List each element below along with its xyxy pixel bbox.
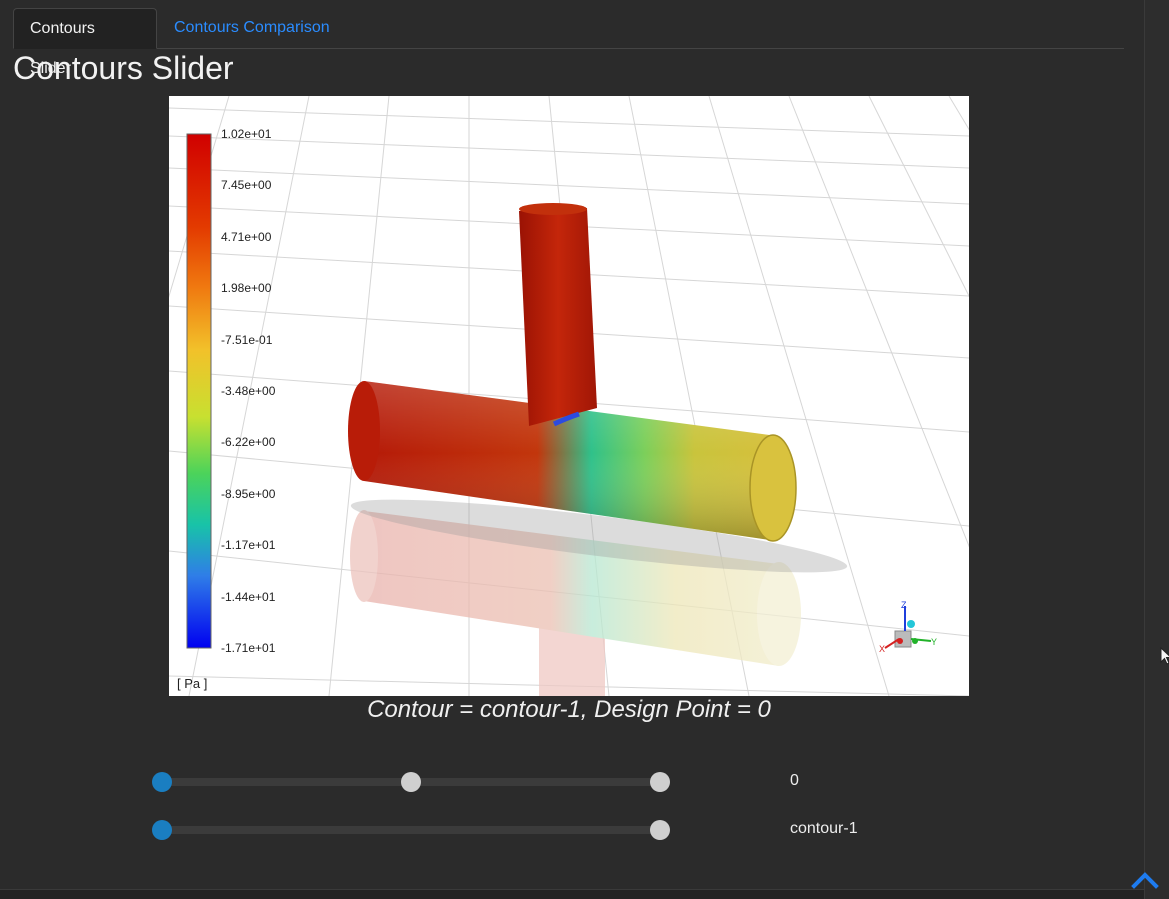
slider-handle[interactable] [152,820,172,840]
slider-mark[interactable] [650,772,670,792]
design-point-value: 0 [790,772,799,789]
slider-track[interactable] [162,826,661,834]
app-page: Contours Slider Contours Comparison Cont… [0,0,1169,899]
tab-contours-slider[interactable]: Contours Slider [13,8,157,77]
colorbar-label: -8.95e+00 [221,487,276,501]
contour-render: 1.02e+01 7.45e+00 4.71e+00 1.98e+00 -7.5… [169,96,969,696]
svg-text:Y: Y [931,637,937,647]
colorbar [186,133,212,649]
contour-caption: Contour = contour-1, Design Point = 0 [367,696,771,723]
contour-value: contour-1 [790,820,858,837]
slider-handle[interactable] [152,772,172,792]
mouse-pointer-icon [1160,647,1169,665]
colorbar-label: -1.17e+01 [221,538,276,552]
svg-text:X: X [879,644,885,654]
bottom-bar [0,889,1144,899]
page-title: Contours Slider [13,50,234,86]
svg-text:Z: Z [901,600,907,610]
tab-contours-comparison[interactable]: Contours Comparison [158,8,346,49]
contour-slider[interactable] [152,819,673,841]
colorbar-label: 1.98e+00 [221,281,272,295]
slider-mark[interactable] [650,820,670,840]
colorbar-label: -3.48e+00 [221,384,276,398]
unit-label: [ Pa ] [177,676,207,691]
colorbar-label: 4.71e+00 [221,230,272,244]
colorbar-label: -6.22e+00 [221,435,276,449]
scrollbar-gutter[interactable] [1144,0,1169,899]
colorbar-label: -1.71e+01 [221,641,276,655]
colorbar-label: -1.44e+01 [221,590,276,604]
chevron-up-icon[interactable] [1131,868,1159,890]
colorbar-label: 7.45e+00 [221,178,272,192]
colorbar-label: -7.51e-01 [221,333,273,347]
design-point-slider[interactable] [152,771,673,793]
slider-mark[interactable] [401,772,421,792]
colorbar-label: 1.02e+01 [221,127,272,141]
tab-bar: Contours Slider Contours Comparison [13,8,1124,77]
tee-pipe [348,203,797,542]
contour-image: 1.02e+01 7.45e+00 4.71e+00 1.98e+00 -7.5… [169,96,969,696]
